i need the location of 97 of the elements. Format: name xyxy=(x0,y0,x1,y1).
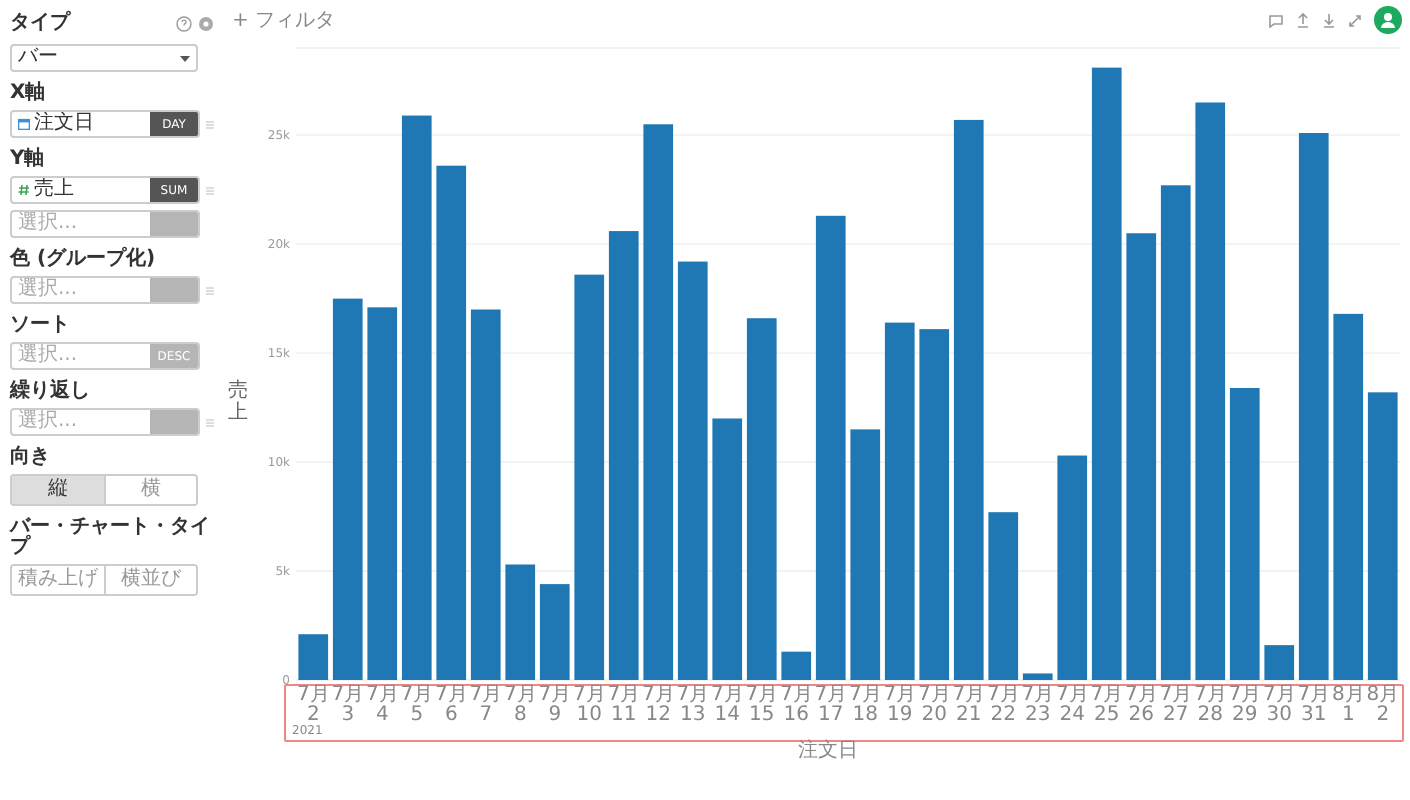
x-tick-label: 7月 14 xyxy=(710,686,745,726)
x-axis-title: 注文日 xyxy=(798,742,858,762)
section-label: 向き xyxy=(10,448,52,468)
bar[interactable] xyxy=(815,215,846,680)
section-label: 色 (グループ化) xyxy=(10,250,158,270)
settings-icon[interactable] xyxy=(198,15,214,31)
expand-icon[interactable] xyxy=(1348,13,1362,27)
avatar[interactable] xyxy=(1374,6,1402,34)
bar[interactable] xyxy=(1057,455,1088,680)
x-tick-label: 7月 12 xyxy=(641,686,676,726)
bar[interactable] xyxy=(1126,233,1157,680)
x-tick-label: 7月 13 xyxy=(675,686,710,726)
x-tick-label: 7月 19 xyxy=(882,686,917,726)
hash-icon xyxy=(18,184,30,196)
x-tick-label: 7月 2 xyxy=(296,686,331,726)
bar[interactable] xyxy=(677,261,708,680)
x-tick-label: 7月 5 xyxy=(399,686,434,726)
chart-type-dropdown[interactable]: バー xyxy=(10,44,198,72)
bar[interactable] xyxy=(539,584,570,680)
filter-link[interactable]: + フィルタ xyxy=(232,5,336,35)
bar[interactable] xyxy=(1264,645,1295,680)
x-tick-label: 7月 8 xyxy=(503,686,538,726)
field-selector[interactable]: 選択... xyxy=(10,210,200,238)
bar[interactable] xyxy=(1333,313,1364,680)
calendar-icon xyxy=(18,118,30,130)
x-tick-label: 7月 24 xyxy=(1055,686,1090,726)
x-tick-label: 7月 22 xyxy=(986,686,1021,726)
bar[interactable] xyxy=(574,274,605,680)
x-tick-label: 7月 29 xyxy=(1227,686,1262,726)
bar[interactable] xyxy=(1367,392,1398,680)
x-tick-label: 7月 30 xyxy=(1262,686,1297,726)
x-tick-label: 7月 23 xyxy=(1020,686,1055,726)
bar[interactable] xyxy=(919,329,950,680)
section-label: 繰り返し xyxy=(10,382,92,402)
bar[interactable] xyxy=(1022,673,1053,680)
x-tick-label: 8月 2 xyxy=(1365,686,1400,726)
bar[interactable] xyxy=(367,307,398,680)
bar[interactable] xyxy=(1298,133,1329,680)
field-selector[interactable]: 選択... xyxy=(10,408,200,436)
help-icon[interactable] xyxy=(176,15,192,31)
bar[interactable] xyxy=(608,231,639,680)
handle-icon[interactable] xyxy=(205,185,213,195)
bar[interactable] xyxy=(1195,102,1226,680)
bar[interactable] xyxy=(781,651,812,680)
bar[interactable] xyxy=(712,418,743,680)
x-tick-label: 7月 25 xyxy=(1089,686,1124,726)
section-label: Y軸 xyxy=(10,150,47,170)
x-tick-label: 7月 27 xyxy=(1158,686,1193,726)
field-selector[interactable]: 選択... xyxy=(10,276,200,304)
handle-icon[interactable] xyxy=(205,285,213,295)
x-tick-label: 7月 7 xyxy=(468,686,503,726)
bar[interactable] xyxy=(1229,387,1260,680)
bar[interactable] xyxy=(1091,67,1122,680)
x-tick-label: 7月 10 xyxy=(572,686,607,726)
x-tick-label: 7月 11 xyxy=(606,686,641,726)
section-label: タイプ xyxy=(10,8,73,38)
bar[interactable] xyxy=(298,634,329,680)
upload-icon[interactable] xyxy=(1296,12,1310,28)
y-axis-title: 売上 xyxy=(228,379,248,423)
x-tick-label: 7月 17 xyxy=(813,686,848,726)
handle-icon[interactable] xyxy=(205,417,213,427)
x-tick-label: 7月 9 xyxy=(537,686,572,726)
download-icon[interactable] xyxy=(1322,12,1336,28)
x-tick-label: 7月 6 xyxy=(434,686,469,726)
x-tick-label: 7月 4 xyxy=(365,686,400,726)
section-label: ソート xyxy=(10,316,72,336)
bar[interactable] xyxy=(1160,185,1191,680)
x-tick-label: 7月 26 xyxy=(1124,686,1159,726)
bar[interactable] xyxy=(953,119,984,680)
bar[interactable] xyxy=(643,124,674,680)
bar[interactable] xyxy=(850,429,881,680)
handle-icon[interactable] xyxy=(205,119,213,129)
x-tick-label: 7月 18 xyxy=(848,686,883,726)
segment-button[interactable]: 横 xyxy=(103,476,196,504)
bar[interactable] xyxy=(505,564,536,680)
segment-button[interactable]: 横並び xyxy=(103,566,196,594)
bar[interactable] xyxy=(436,165,467,680)
x-tick-label: 7月 16 xyxy=(779,686,814,726)
comment-icon[interactable] xyxy=(1268,13,1284,27)
segment-button[interactable]: 縦 xyxy=(12,476,103,504)
x-tick-label: 7月 28 xyxy=(1193,686,1228,726)
caret-icon xyxy=(180,55,190,61)
bar[interactable] xyxy=(401,115,432,680)
x-tick-label: 7月 21 xyxy=(951,686,986,726)
x-tick-label: 7月 31 xyxy=(1296,686,1331,726)
x-tick-label: 7月 15 xyxy=(744,686,779,726)
section-label: X軸 xyxy=(10,84,48,104)
bar[interactable] xyxy=(470,309,501,680)
bar[interactable] xyxy=(884,322,915,680)
segment-button[interactable]: 積み上げ xyxy=(12,566,103,594)
bar[interactable] xyxy=(988,512,1019,680)
section-label: バー・チャート・タイプ xyxy=(10,518,212,558)
bar[interactable] xyxy=(332,298,363,680)
x-tick-label: 7月 3 xyxy=(330,686,365,726)
x-tick-label: 8月 1 xyxy=(1331,686,1366,726)
bar[interactable] xyxy=(746,318,777,680)
x-tick-label: 7月 20 xyxy=(917,686,952,726)
